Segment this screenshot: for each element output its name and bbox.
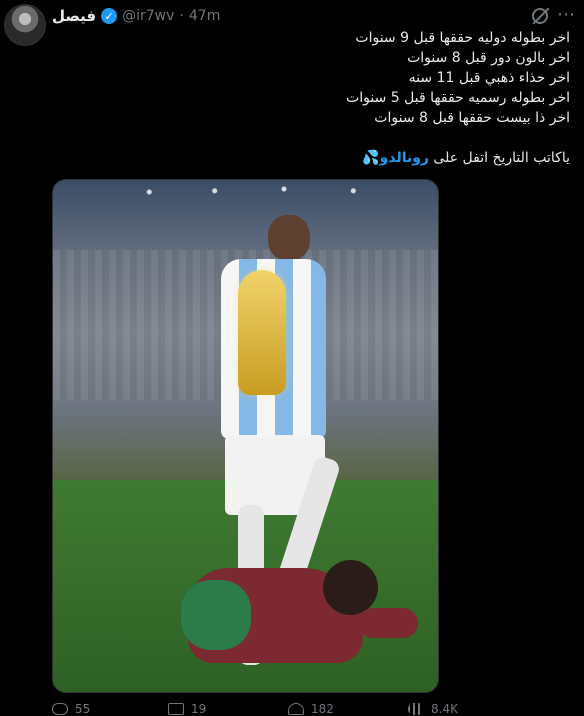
time-separator: · (179, 8, 184, 24)
display-name[interactable]: فيصل (52, 7, 96, 25)
tweet-line-6-prefix: ياكاتب التاريخ اتفل على (428, 150, 570, 166)
like-icon (288, 703, 304, 715)
reply-button[interactable]: 55 (52, 702, 162, 716)
like-count: 182 (311, 702, 334, 716)
kneeling-player-shorts (181, 580, 251, 650)
views-button[interactable]: 8.4K (408, 702, 528, 716)
grok-icon[interactable] (532, 8, 548, 24)
retweet-count: 19 (191, 702, 207, 716)
trophy-icon (238, 270, 286, 395)
tweet-actions: 55 19 182 8.4K (52, 702, 572, 716)
kneeling-player (173, 540, 418, 690)
tweet-line-5: اخر ذا بيست حققها قبل 8 سنوات (374, 110, 570, 126)
retweet-button[interactable]: 19 (168, 702, 288, 716)
reply-icon (52, 703, 68, 715)
kneeling-player-arm (358, 608, 418, 638)
tweet-line-1: اخر بطوله دوليه حققها قبل 9 سنوات (355, 30, 570, 46)
user-handle[interactable]: @ir7wv (122, 8, 174, 24)
tweet-line-3: اخر حذاء ذهبي قبل 11 سنه (408, 70, 570, 86)
more-icon[interactable]: ⋯ (557, 4, 576, 25)
tweet-line-4: اخر بطوله رسميه حققها قبل 5 سنوات (346, 90, 570, 106)
tweet-header: فيصل ✓ @ir7wv · 47m (52, 6, 220, 26)
like-button[interactable]: 182 (288, 702, 408, 716)
verified-badge-icon: ✓ (101, 8, 118, 24)
tweet-text: اخر بطوله دوليه حققها قبل 9 سنوات اخر با… (50, 28, 570, 168)
tweet-line-2: اخر بالون دور قبل 8 سنوات (407, 50, 570, 66)
mention-link[interactable]: رونالدو (380, 150, 429, 166)
views-icon (408, 703, 424, 715)
water-drops-emoji: 💦 (362, 150, 380, 166)
tweet-line-6: ياكاتب التاريخ اتفل على رونالدو💦 (50, 148, 570, 168)
retweet-icon (168, 703, 184, 715)
views-count: 8.4K (431, 702, 458, 716)
standing-player-head (268, 215, 310, 261)
tweet-media-image[interactable] (52, 179, 439, 693)
avatar[interactable] (4, 4, 46, 46)
reply-count: 55 (75, 702, 91, 716)
timestamp[interactable]: 47m (189, 8, 220, 24)
kneeling-player-head (323, 560, 378, 615)
standing-player (203, 215, 343, 665)
